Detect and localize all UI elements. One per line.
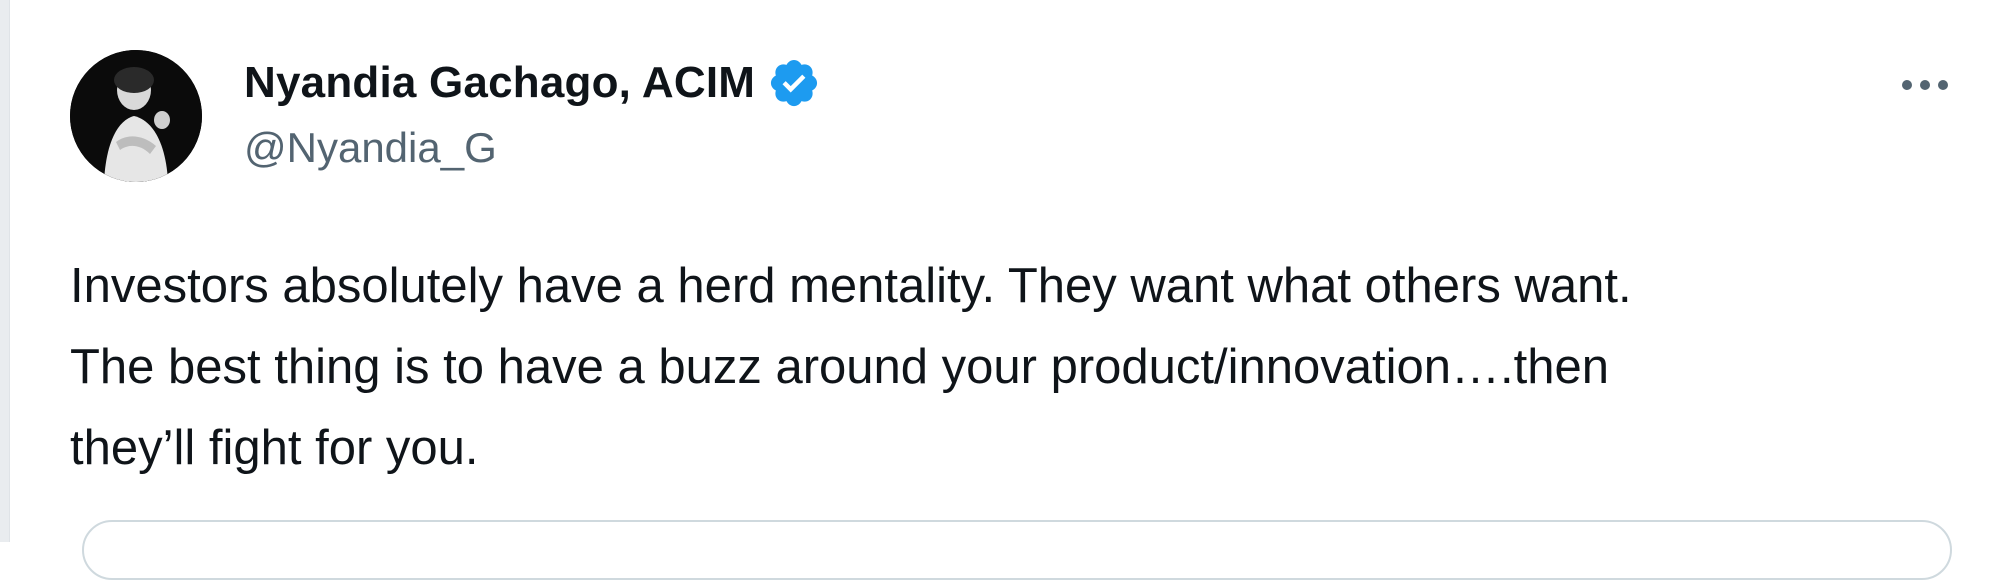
avatar-photo-icon [70, 50, 202, 182]
verified-badge-icon[interactable] [767, 56, 821, 110]
tweet-text-line: The best thing is to have a buzz around … [70, 340, 1610, 394]
timeline-border [0, 0, 10, 542]
author-handle[interactable]: @Nyandia_G [244, 124, 497, 172]
author-display-name[interactable]: Nyandia Gachago, ACIM [244, 58, 755, 108]
author-name-row[interactable]: Nyandia Gachago, ACIM [244, 56, 821, 110]
tweet[interactable]: Nyandia Gachago, ACIM @Nyandia_G Investo… [10, 0, 2000, 580]
author-avatar[interactable] [70, 50, 202, 182]
tweet-text-line: Investors absolutely have a herd mentali… [70, 259, 1632, 313]
tweet-text: Investors absolutely have a herd mentali… [70, 246, 1970, 489]
more-horizontal-icon [1902, 80, 1948, 90]
tweet-text-line: they’ll fight for you. [70, 421, 479, 475]
more-options-button[interactable] [1890, 60, 1960, 110]
link-card-preview[interactable] [82, 520, 1952, 580]
